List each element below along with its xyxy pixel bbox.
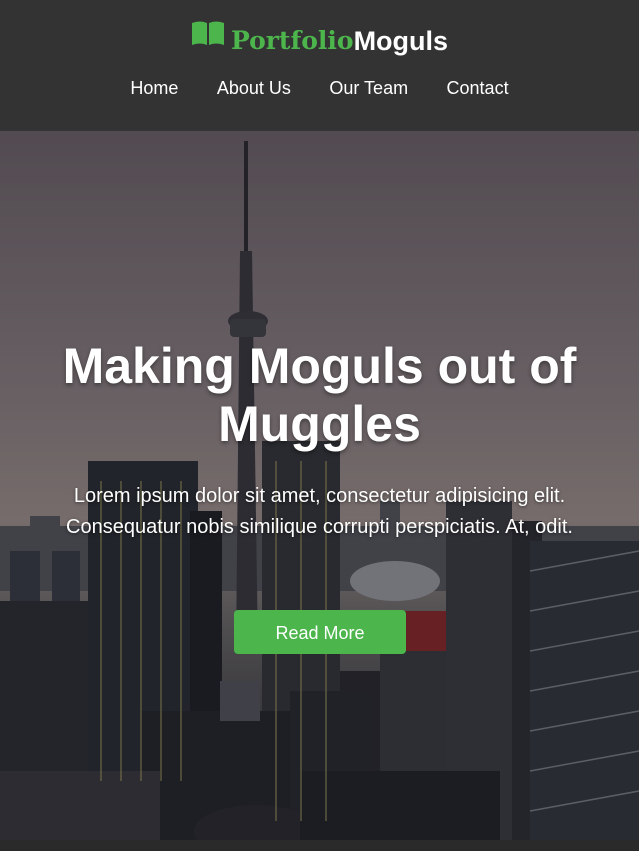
hero-headline: Making Moguls out of Muggles <box>62 338 577 452</box>
brand-logo[interactable]: PortfolioMoguls <box>0 20 639 60</box>
hero-subtext: Lorem ipsum dolor sit amet, consectetur … <box>66 485 573 538</box>
site-header: PortfolioMoguls Home About Us Our Team C… <box>0 0 639 131</box>
bottom-strip <box>0 840 639 851</box>
nav-contact[interactable]: Contact <box>447 78 509 99</box>
brand-part-portfolio: Portfolio <box>230 26 354 55</box>
nav-about-us[interactable]: About Us <box>217 78 291 99</box>
nav-home[interactable]: Home <box>130 78 178 99</box>
nav-our-team[interactable]: Our Team <box>329 78 408 99</box>
hero-section: Making Moguls out of Muggles Lorem ipsum… <box>0 131 639 840</box>
brand-part-moguls: Moguls <box>353 26 449 56</box>
book-icon <box>191 20 225 62</box>
main-nav: Home About Us Our Team Contact <box>0 78 639 99</box>
read-more-button[interactable]: Read More <box>234 610 406 654</box>
